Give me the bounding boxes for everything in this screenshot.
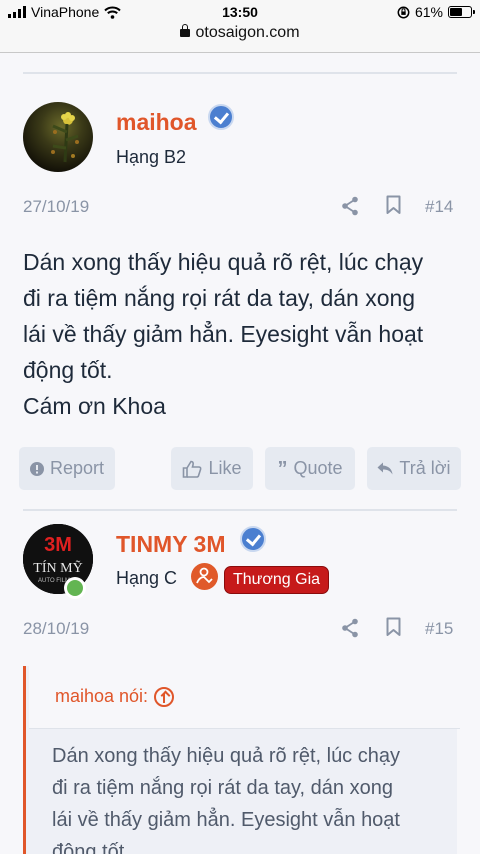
trophy-icon <box>191 563 218 590</box>
url-text: otosaigon.com <box>195 24 300 41</box>
quote-header: maihoa nói: <box>29 666 460 729</box>
post-date[interactable]: 28/10/19 <box>23 619 89 639</box>
post-content: Dán xong thấy hiệu quả rõ rệt, lúc chạy … <box>23 244 463 424</box>
flower-image <box>51 112 79 163</box>
quote-line: đi ra tiệm nắng rọi rát da tay, dán xong <box>52 777 393 799</box>
verified-badge-icon <box>208 104 234 130</box>
url-bar[interactable]: otosaigon.com <box>0 24 480 52</box>
post-line: Cám ơn Khoa <box>23 393 166 419</box>
like-button[interactable]: Like <box>171 447 253 490</box>
post-divider <box>23 509 457 511</box>
status-bar: VinaPhone 13:50 61% <box>0 0 480 24</box>
lock-icon <box>180 24 191 37</box>
post-date[interactable]: 27/10/19 <box>23 197 89 217</box>
username[interactable]: TINMY 3M <box>116 531 225 558</box>
battery-icon <box>448 6 475 18</box>
alert-icon <box>29 461 44 476</box>
reply-button[interactable]: Trả lời <box>367 447 461 490</box>
quote-mark-icon: ” <box>277 457 288 480</box>
user-rank: Hạng C <box>116 568 178 588</box>
quote-block: maihoa nói: Dán xong thấy hiệu quả rõ rệ… <box>23 666 460 854</box>
svg-text:TÍN MỸ: TÍN MỸ <box>33 559 82 576</box>
jump-up-icon <box>154 686 175 707</box>
quote-line: động tốt. <box>52 841 130 854</box>
like-label: Like <box>208 458 242 478</box>
quote-label: Quote <box>293 458 343 478</box>
share-icon[interactable] <box>341 196 359 216</box>
post-line: lái về thấy giảm hẳn. Eyesight vẫn hoạt <box>23 321 424 347</box>
post-number[interactable]: #14 <box>425 197 453 217</box>
browser-divider <box>0 52 480 53</box>
report-label: Report <box>49 458 105 478</box>
reply-label: Trả lời <box>399 458 451 478</box>
battery-percent: 61% <box>414 4 443 20</box>
user-rank: Hạng B2 <box>116 147 187 167</box>
post-line: động tốt. <box>23 357 113 383</box>
post-line: đi ra tiệm nắng rọi rát da tay, dán xong <box>23 285 416 311</box>
quote-button[interactable]: ” Quote <box>265 447 355 490</box>
thumbs-up-icon <box>183 460 202 478</box>
report-button[interactable]: Report <box>19 447 115 490</box>
post-number[interactable]: #15 <box>425 619 453 639</box>
bookmark-icon[interactable] <box>386 195 401 215</box>
quote-line: Dán xong thấy hiệu quả rõ rệt, lúc chạy <box>52 745 400 767</box>
quote-line: lái về thấy giảm hẳn. Eyesight vẫn hoạt <box>52 809 400 831</box>
username[interactable]: maihoa <box>116 109 197 136</box>
post-divider <box>23 72 457 74</box>
user-title-badge: Thương Gia <box>224 566 330 594</box>
battery-group: 61% <box>397 4 475 20</box>
post-line: Dán xong thấy hiệu quả rõ rệt, lúc chạy <box>23 249 424 275</box>
verified-badge-icon <box>240 526 266 552</box>
reply-icon <box>377 462 393 475</box>
avatar[interactable] <box>23 102 93 172</box>
orientation-lock-icon <box>397 6 410 18</box>
quote-author-link[interactable]: maihoa nói: <box>55 686 175 707</box>
share-icon[interactable] <box>341 618 359 638</box>
quote-author: maihoa nói: <box>55 686 149 706</box>
bookmark-icon[interactable] <box>386 617 401 637</box>
online-status-icon <box>64 577 86 599</box>
svg-text:3M: 3M <box>44 534 72 556</box>
quote-content: Dán xong thấy hiệu quả rõ rệt, lúc chạy … <box>52 740 452 854</box>
